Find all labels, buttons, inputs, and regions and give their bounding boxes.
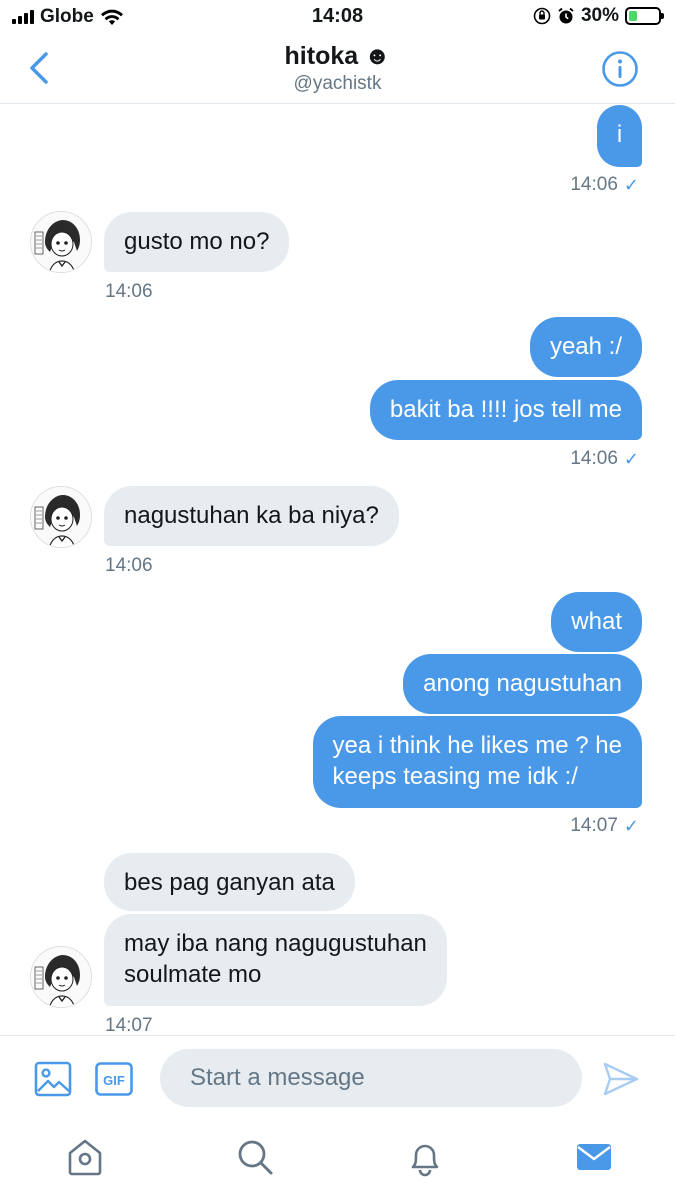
message-input[interactable]	[160, 1049, 582, 1107]
avatar-drawing-icon	[31, 947, 91, 1007]
message-bubble-outgoing[interactable]: yeah :/	[529, 317, 642, 377]
battery-percent: 30%	[580, 5, 619, 26]
avatar[interactable]	[30, 211, 92, 273]
avatar[interactable]	[30, 486, 92, 548]
bottom-tab-bar	[0, 1125, 675, 1200]
notifications-bell-icon[interactable]	[405, 1137, 445, 1177]
message-text-line: keeps teasing me idk :/	[332, 763, 578, 790]
message-bubble-outgoing[interactable]: what	[551, 592, 642, 652]
conversation-title: hitoka ☻	[285, 42, 391, 71]
message-text-line: yea i think he likes me ? he	[332, 732, 623, 759]
search-icon[interactable]	[235, 1137, 275, 1177]
message-text: bakit ba !!!! jos tell me	[389, 396, 622, 423]
message-timestamp: 14:06 ✓	[570, 448, 639, 469]
message-text: bes pag ganyan ata	[124, 869, 335, 896]
message-text: i	[616, 121, 623, 148]
message-bubble-outgoing[interactable]: bakit ba !!!! jos tell me	[369, 380, 642, 440]
message-timestamp: 14:06	[105, 555, 153, 576]
sent-check-icon: ✓	[623, 174, 639, 195]
send-icon[interactable]	[602, 1060, 640, 1098]
message-text: yeah :/	[549, 333, 622, 360]
message-bubble-incoming[interactable]: nagustuhan ka ba niya?	[104, 486, 399, 546]
battery-icon	[625, 7, 664, 25]
message-bubble-incoming[interactable]: bes pag ganyan ata	[104, 853, 355, 911]
status-right: 30%	[533, 5, 664, 27]
sent-check-icon: ✓	[623, 815, 639, 836]
contact-handle: @yachistk	[293, 73, 382, 94]
message-timestamp: 14:07	[105, 1015, 153, 1036]
image-icon[interactable]	[34, 1060, 72, 1098]
contact-name: hitoka	[284, 42, 359, 70]
message-bubble-incoming[interactable]: may iba nang nagugustuhan soulmate mo	[104, 914, 447, 1006]
avatar-drawing-icon	[31, 487, 91, 547]
message-text: gusto mo no?	[124, 228, 270, 255]
avatar-drawing-icon	[31, 212, 91, 272]
message-text-line: may iba nang nagugustuhan	[124, 930, 427, 957]
home-icon[interactable]	[65, 1137, 105, 1177]
message-timestamp: 14:06 ✓	[570, 174, 639, 195]
gif-icon[interactable]: GIF	[95, 1062, 133, 1096]
message-text: anong nagustuhan	[423, 670, 622, 697]
sent-check-icon: ✓	[623, 448, 639, 469]
message-bubble-outgoing[interactable]: yea i think he likes me ? he keeps teasi…	[312, 716, 642, 808]
alarm-icon	[558, 7, 574, 24]
message-text: nagustuhan ka ba niya?	[124, 502, 379, 529]
status-bar: Globe 14:08 30%	[0, 0, 675, 34]
avatar[interactable]	[30, 946, 92, 1008]
conversation-header: hitoka ☻ @yachistk	[0, 34, 675, 104]
smiley-emoji-icon: ☻	[364, 42, 391, 70]
message-text-line: soulmate mo	[124, 961, 262, 988]
info-icon[interactable]	[601, 50, 639, 88]
message-bubble-incoming[interactable]: gusto mo no?	[104, 212, 290, 272]
message-composer: GIF	[0, 1035, 675, 1125]
messages-envelope-icon[interactable]	[574, 1137, 614, 1177]
orientation-lock-icon	[533, 7, 551, 25]
header-title-block[interactable]: hitoka ☻ @yachistk	[0, 42, 675, 95]
message-text: what	[571, 608, 622, 635]
gif-label: GIF	[103, 1073, 125, 1088]
message-bubble-outgoing[interactable]: i	[597, 105, 642, 167]
message-timestamp: 14:07 ✓	[570, 815, 639, 836]
message-bubble-outgoing[interactable]: anong nagustuhan	[403, 654, 642, 714]
message-timestamp: 14:06	[105, 281, 153, 302]
message-thread[interactable]: i 14:06 ✓ gusto mo no? 14:06 yeah :/ baki…	[0, 105, 675, 1036]
